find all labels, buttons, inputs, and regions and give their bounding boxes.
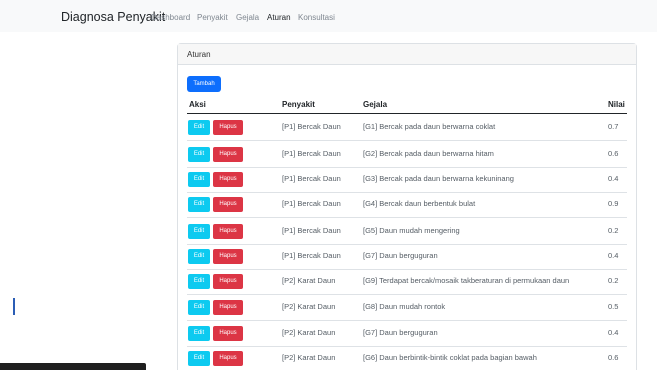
edit-button[interactable]: Edit <box>188 120 210 135</box>
status-tooltip <box>0 363 146 370</box>
add-rule-button[interactable]: Tambah <box>187 76 221 92</box>
edit-button[interactable]: Edit <box>188 249 210 264</box>
delete-button[interactable]: Hapus <box>213 300 243 315</box>
table-row: Edit Hapus [P1] Bercak Daun [G4] Bercak dau… <box>187 192 627 218</box>
table-row: Edit Hapus [P2] Karat Daun [G6] Daun berbin… <box>187 346 627 370</box>
nilai-cell: 0.9 <box>608 199 619 208</box>
delete-button[interactable]: Hapus <box>213 120 243 135</box>
column-header-penyakit: Penyakit <box>282 100 315 109</box>
delete-button[interactable]: Hapus <box>213 172 243 187</box>
column-header-aksi: Aksi <box>189 100 206 109</box>
nilai-cell: 0.7 <box>608 122 619 131</box>
table-row: Edit Hapus [P1] Bercak Daun [G2] Bercak pad… <box>187 142 627 168</box>
penyakit-cell: [P2] Karat Daun <box>282 353 336 362</box>
nav-link-aturan[interactable]: Aturan <box>267 13 291 22</box>
delete-button[interactable]: Hapus <box>213 224 243 239</box>
gejala-cell: [G5] Daun mudah mengering <box>363 226 460 235</box>
column-header-gejala: Gejala <box>363 100 388 109</box>
nilai-cell: 0.4 <box>608 251 619 260</box>
gejala-cell: [G1] Bercak pada daun berwarna coklat <box>363 122 496 131</box>
card-title: Aturan <box>187 50 211 59</box>
edit-button[interactable]: Edit <box>188 300 210 315</box>
table-row: Edit Hapus [P1] Bercak Daun [G7] Daun bergu… <box>187 244 627 270</box>
nav-link-gejala[interactable]: Gejala <box>236 13 259 22</box>
nav-link-penyakit[interactable]: Penyakit <box>197 13 228 22</box>
edit-button[interactable]: Edit <box>188 274 210 289</box>
nav-link-dashboard[interactable]: Dashboard <box>151 13 190 22</box>
edit-button[interactable]: Edit <box>188 224 210 239</box>
edit-button[interactable]: Edit <box>188 351 210 366</box>
delete-button[interactable]: Hapus <box>213 197 243 212</box>
penyakit-cell: [P1] Bercak Daun <box>282 149 341 158</box>
penyakit-cell: [P2] Karat Daun <box>282 302 336 311</box>
gejala-cell: [G7] Daun berguguran <box>363 251 438 260</box>
penyakit-cell: [P1] Bercak Daun <box>282 226 341 235</box>
penyakit-cell: [P1] Bercak Daun <box>282 251 341 260</box>
nilai-cell: 0.5 <box>608 302 619 311</box>
delete-button[interactable]: Hapus <box>213 274 243 289</box>
table-row: Edit Hapus [P2] Karat Daun [G9] Terdapat be… <box>187 269 627 295</box>
table-row: Edit Hapus [P1] Bercak Daun [G1] Bercak pad… <box>187 115 627 141</box>
penyakit-cell: [P1] Bercak Daun <box>282 174 341 183</box>
nilai-cell: 0.2 <box>608 276 619 285</box>
column-header-nilai: Nilai <box>608 100 625 109</box>
table-header-divider <box>187 113 627 114</box>
penyakit-cell: [P1] Bercak Daun <box>282 199 341 208</box>
delete-button[interactable]: Hapus <box>213 147 243 162</box>
gejala-cell: [G8] Daun mudah rontok <box>363 302 446 311</box>
penyakit-cell: [P2] Karat Daun <box>282 328 336 337</box>
nilai-cell: 0.4 <box>608 328 619 337</box>
delete-button[interactable]: Hapus <box>213 351 243 366</box>
nilai-cell: 0.4 <box>608 174 619 183</box>
table-row: Edit Hapus [P2] Karat Daun [G7] Daun bergug… <box>187 321 627 347</box>
table-row: Edit Hapus [P1] Bercak Daun [G5] Daun mudah… <box>187 219 627 245</box>
delete-button[interactable]: Hapus <box>213 249 243 264</box>
navbar-brand[interactable]: Diagnosa Penyakit <box>61 10 165 24</box>
gejala-cell: [G3] Bercak pada daun berwarna kekuninan… <box>363 174 514 183</box>
gejala-cell: [G4] Bercak daun berbentuk bulat <box>363 199 476 208</box>
nilai-cell: 0.6 <box>608 149 619 158</box>
table-row: Edit Hapus [P1] Bercak Daun [G3] Bercak pad… <box>187 167 627 193</box>
edit-button[interactable]: Edit <box>188 197 210 212</box>
delete-button[interactable]: Hapus <box>213 326 243 341</box>
penyakit-cell: [P2] Karat Daun <box>282 276 336 285</box>
edit-button[interactable]: Edit <box>188 147 210 162</box>
card-header: Aturan <box>178 44 636 65</box>
table-row: Edit Hapus [P2] Karat Daun [G8] Daun mudah … <box>187 295 627 321</box>
gejala-cell: [G6] Daun berbintik-bintik coklat pada b… <box>363 353 537 362</box>
edge-marker <box>13 298 15 315</box>
top-navbar: Diagnosa Penyakit Dashboard Penyakit Gej… <box>0 0 657 32</box>
gejala-cell: [G7] Daun berguguran <box>363 328 438 337</box>
nilai-cell: 0.6 <box>608 353 619 362</box>
nav-link-konsultasi[interactable]: Konsultasi <box>298 13 335 22</box>
edit-button[interactable]: Edit <box>188 172 210 187</box>
gejala-cell: [G2] Bercak pada daun berwarna hitam <box>363 149 494 158</box>
gejala-cell: [G9] Terdapat bercak/mosaik takberaturan… <box>363 276 570 285</box>
nilai-cell: 0.2 <box>608 226 619 235</box>
edit-button[interactable]: Edit <box>188 326 210 341</box>
penyakit-cell: [P1] Bercak Daun <box>282 122 341 131</box>
